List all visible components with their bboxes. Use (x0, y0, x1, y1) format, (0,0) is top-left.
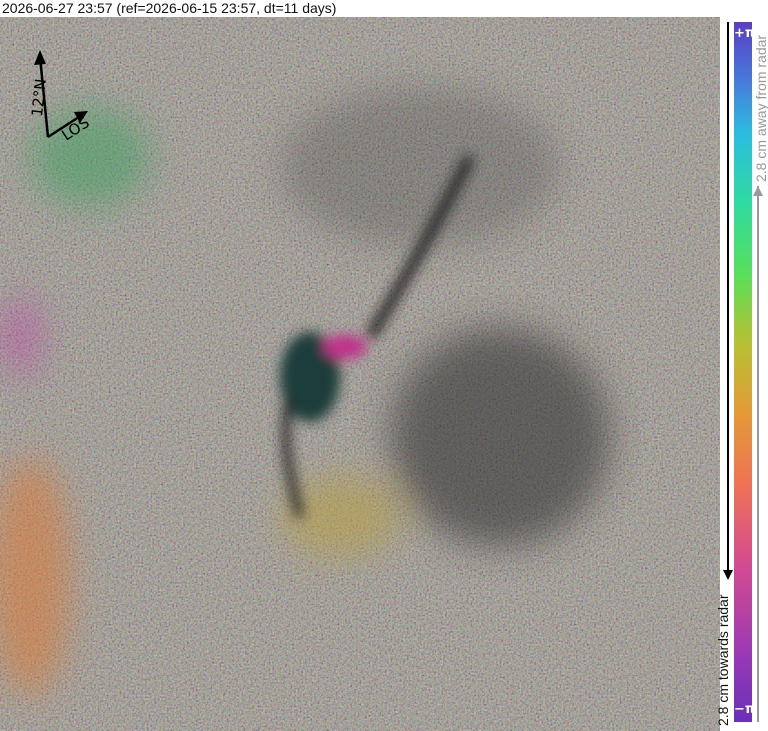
away-from-radar-label: 2.8 cm away from radar (753, 34, 768, 182)
towards-radar-label: 2.8 cm towards radar (715, 594, 731, 727)
away-axis-line (757, 186, 759, 722)
image-title: 2026-06-27 23:57 (ref=2026-06-15 23:57, … (2, 0, 337, 16)
towards-arrow-icon (723, 570, 733, 580)
compass-rose: 12°N LOS (28, 50, 93, 144)
los-label: LOS (58, 113, 92, 144)
away-arrow-icon (753, 186, 763, 196)
phase-colorbar (734, 22, 752, 722)
colorbar-max-label: +π (734, 26, 756, 41)
towards-axis-line (727, 22, 729, 572)
colorbar-min-label: −π (734, 702, 756, 717)
